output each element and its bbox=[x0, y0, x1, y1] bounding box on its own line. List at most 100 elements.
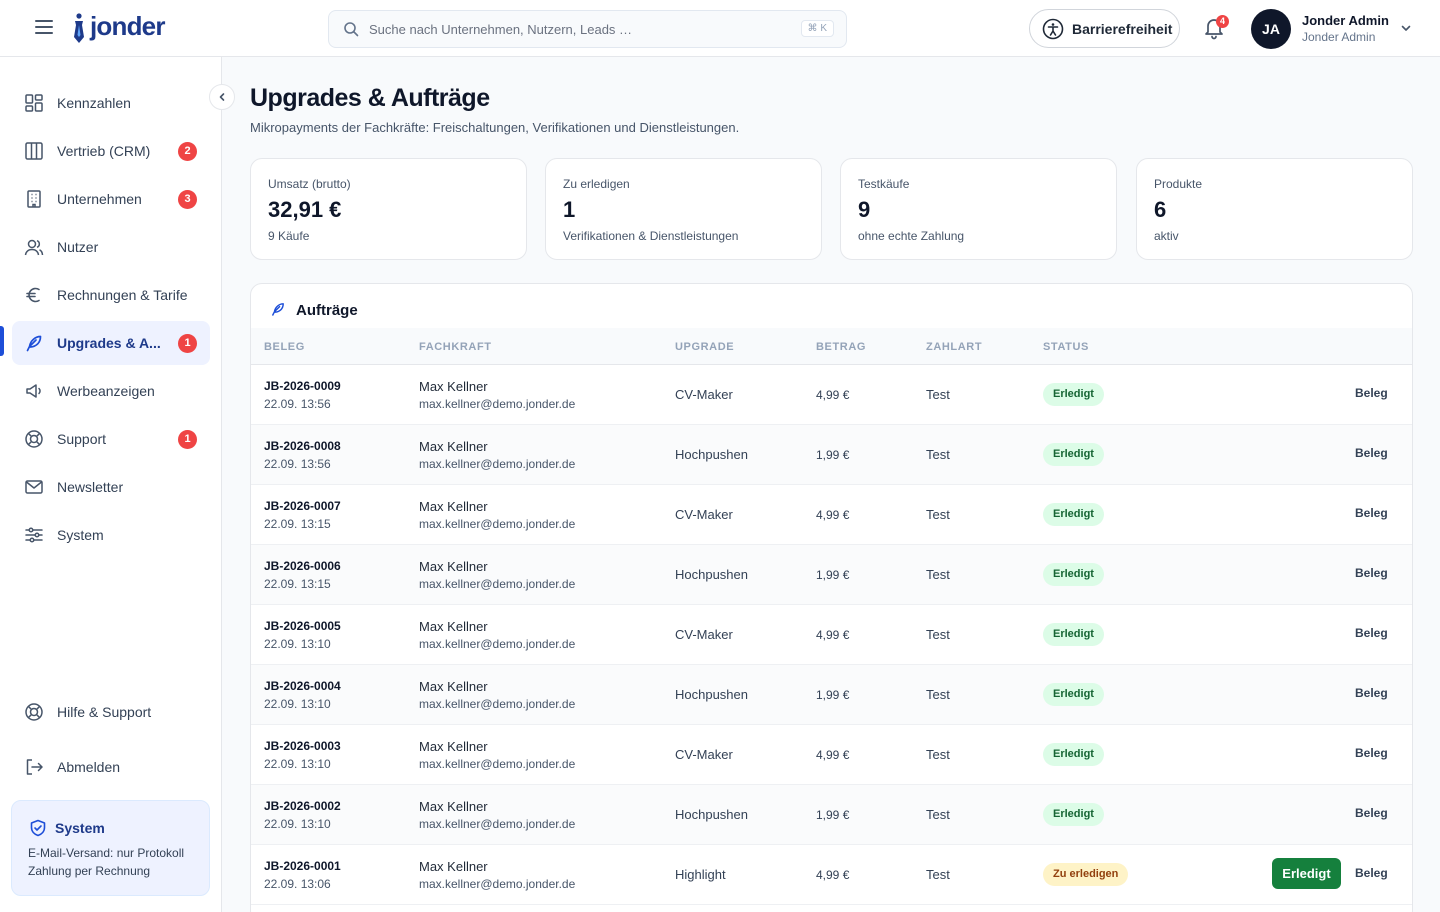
receipt-link[interactable]: Beleg bbox=[1355, 506, 1388, 520]
table-row[interactable]: JB-2026-0003 22.09. 13:10 Max Kellner max.k… bbox=[251, 725, 1412, 785]
system-card-line: Zahlung per Rechnung bbox=[28, 864, 151, 878]
professional-name: Max Kellner bbox=[419, 559, 488, 574]
receipt-id: JB-2026-0005 bbox=[264, 619, 341, 633]
table-row[interactable]: JB-2026-0009 22.09. 13:56 Max Kellner max.k… bbox=[251, 365, 1412, 425]
order-amount: 4,99 € bbox=[816, 868, 850, 882]
euro-icon bbox=[26, 287, 40, 303]
receipt-id: JB-2026-0009 bbox=[264, 379, 341, 393]
accessibility-button[interactable]: Barrierefreiheit bbox=[1029, 9, 1180, 48]
kpi-sub: 9 Käufe bbox=[268, 229, 310, 243]
sidebar-item-nutzer[interactable]: Nutzer bbox=[12, 225, 210, 269]
payment-method: Test bbox=[926, 387, 950, 402]
sidebar-item-unternehmen[interactable]: Unternehmen 3 bbox=[12, 177, 210, 221]
table-row[interactable]: JB-2026-0004 22.09. 13:10 Max Kellner max.k… bbox=[251, 665, 1412, 725]
count-badge: 2 bbox=[178, 142, 197, 161]
count-badge: 1 bbox=[178, 430, 197, 449]
order-amount: 1,99 € bbox=[816, 568, 850, 582]
professional-email: max.kellner@demo.jonder.de bbox=[419, 457, 576, 471]
sidebar-item-label: Unternehmen bbox=[57, 191, 142, 207]
status-badge: Zu erledigen bbox=[1043, 863, 1129, 886]
receipt-link[interactable]: Beleg bbox=[1355, 746, 1388, 760]
receipt-link[interactable]: Beleg bbox=[1355, 806, 1388, 820]
table-row[interactable]: JB-2026-0006 22.09. 13:15 Max Kellner max.k… bbox=[251, 545, 1412, 605]
orders-table-card: Aufträge BELEG FACHKRAFT UPGRADE BETRAG … bbox=[250, 283, 1413, 912]
table-row[interactable]: JB-2026-0008 22.09. 13:56 Max Kellner max.k… bbox=[251, 425, 1412, 485]
kpi-label: Testkäufe bbox=[858, 177, 910, 191]
menu-icon[interactable] bbox=[35, 20, 53, 36]
kpi-value: 32,91 € bbox=[268, 197, 342, 222]
search-bar[interactable]: ⌘ K bbox=[328, 10, 847, 48]
mark-done-button[interactable]: Erledigt bbox=[1272, 858, 1341, 889]
receipt-link[interactable]: Beleg bbox=[1355, 566, 1388, 580]
sidebar-item-label: System bbox=[57, 527, 104, 543]
upgrade-name: Hochpushen bbox=[675, 567, 748, 582]
professional-email: max.kellner@demo.jonder.de bbox=[419, 637, 576, 651]
column-header-beleg[interactable]: BELEG bbox=[264, 341, 305, 353]
upgrade-name: Hochpushen bbox=[675, 807, 748, 822]
sidebar-item-newsletter[interactable]: Newsletter bbox=[12, 465, 210, 509]
column-header-upgrade[interactable]: UPGRADE bbox=[675, 341, 734, 353]
system-card-line: E-Mail-Versand: nur Protokoll bbox=[28, 846, 185, 860]
receipt-link[interactable]: Beleg bbox=[1355, 686, 1388, 700]
receipt-link[interactable]: Beleg bbox=[1355, 626, 1388, 640]
table-row[interactable]: JB-2026-0007 22.09. 13:15 Max Kellner max.k… bbox=[251, 485, 1412, 545]
column-header-betrag[interactable]: BETRAG bbox=[816, 341, 866, 353]
receipt-link[interactable]: Beleg bbox=[1355, 446, 1388, 460]
payment-method: Test bbox=[926, 567, 950, 582]
kpi-sub: aktiv bbox=[1154, 229, 1179, 243]
payment-method: Test bbox=[926, 507, 950, 522]
column-header-fachkraft[interactable]: FACHKRAFT bbox=[419, 341, 492, 353]
professional-email: max.kellner@demo.jonder.de bbox=[419, 817, 576, 831]
receipt-id: JB-2026-0008 bbox=[264, 439, 341, 453]
page-subtitle: Mikropayments der Fachkräfte: Freischalt… bbox=[250, 120, 740, 135]
receipt-id: JB-2026-0004 bbox=[264, 679, 341, 693]
receipt-link[interactable]: Beleg bbox=[1355, 866, 1388, 880]
order-amount: 4,99 € bbox=[816, 628, 850, 642]
table-row[interactable]: JB-2026-0005 22.09. 13:10 Max Kellner max.k… bbox=[251, 605, 1412, 665]
professional-email: max.kellner@demo.jonder.de bbox=[419, 517, 576, 531]
table-row[interactable]: JB-2026-0002 22.09. 13:10 Max Kellner max.k… bbox=[251, 785, 1412, 845]
column-header-status[interactable]: STATUS bbox=[1043, 341, 1089, 353]
professional-email: max.kellner@demo.jonder.de bbox=[419, 397, 576, 411]
receipt-link[interactable]: Beleg bbox=[1355, 386, 1388, 400]
count-badge: 1 bbox=[178, 334, 197, 353]
order-amount: 4,99 € bbox=[816, 748, 850, 762]
payment-method: Test bbox=[926, 807, 950, 822]
receipt-id: JB-2026-0006 bbox=[264, 559, 341, 573]
payment-method: Test bbox=[926, 447, 950, 462]
status-badge: Erledigt bbox=[1043, 563, 1104, 586]
lifebuoy-icon bbox=[25, 703, 43, 721]
kpi-card-test-purchases: Testkäufe 9 ohne echte Zahlung bbox=[840, 158, 1117, 260]
receipt-id: JB-2026-0001 bbox=[264, 859, 341, 873]
logout-button[interactable]: Abmelden bbox=[12, 745, 210, 789]
sidebar-item-system[interactable]: System bbox=[12, 513, 210, 557]
avatar[interactable]: JA bbox=[1251, 9, 1291, 49]
sidebar-item-label: Vertrieb (CRM) bbox=[57, 143, 151, 159]
sidebar-item-upgrades[interactable]: Upgrades & A... 1 bbox=[12, 321, 210, 365]
column-header-zahlart[interactable]: ZAHLART bbox=[926, 341, 982, 353]
sidebar-item-kennzahlen[interactable]: Kennzahlen bbox=[12, 81, 210, 125]
logo[interactable]: jonder bbox=[70, 11, 165, 44]
table-row[interactable]: JB-2026-0001 22.09. 13:06 Max Kellner max.k… bbox=[251, 845, 1412, 905]
sidebar-item-help[interactable]: Hilfe & Support bbox=[12, 690, 210, 734]
logout-label: Abmelden bbox=[57, 759, 121, 775]
collapse-sidebar-button[interactable] bbox=[209, 84, 235, 110]
sidebar-item-werbeanzeigen[interactable]: Werbeanzeigen bbox=[12, 369, 210, 413]
kpi-value: 6 bbox=[1154, 197, 1167, 222]
kpi-label: Produkte bbox=[1154, 177, 1203, 191]
chevron-down-icon[interactable] bbox=[1400, 22, 1412, 34]
order-date: 22.09. 13:15 bbox=[264, 517, 331, 531]
order-amount: 1,99 € bbox=[816, 448, 850, 462]
order-date: 22.09. 13:10 bbox=[264, 817, 331, 831]
search-input[interactable] bbox=[369, 21, 789, 37]
upgrade-name: CV-Maker bbox=[675, 747, 733, 762]
status-badge: Erledigt bbox=[1043, 503, 1104, 526]
sidebar-item-vertrieb[interactable]: Vertrieb (CRM) 2 bbox=[12, 129, 210, 173]
search-shortcut: ⌘ K bbox=[800, 20, 834, 37]
kpi-label: Zu erledigen bbox=[563, 177, 630, 191]
user-name[interactable]: Jonder Admin bbox=[1302, 13, 1389, 28]
sidebar-item-support[interactable]: Support 1 bbox=[12, 417, 210, 461]
megaphone-icon bbox=[26, 384, 41, 398]
sidebar-item-rechnungen[interactable]: Rechnungen & Tarife bbox=[12, 273, 210, 317]
sliders-icon bbox=[25, 527, 43, 543]
